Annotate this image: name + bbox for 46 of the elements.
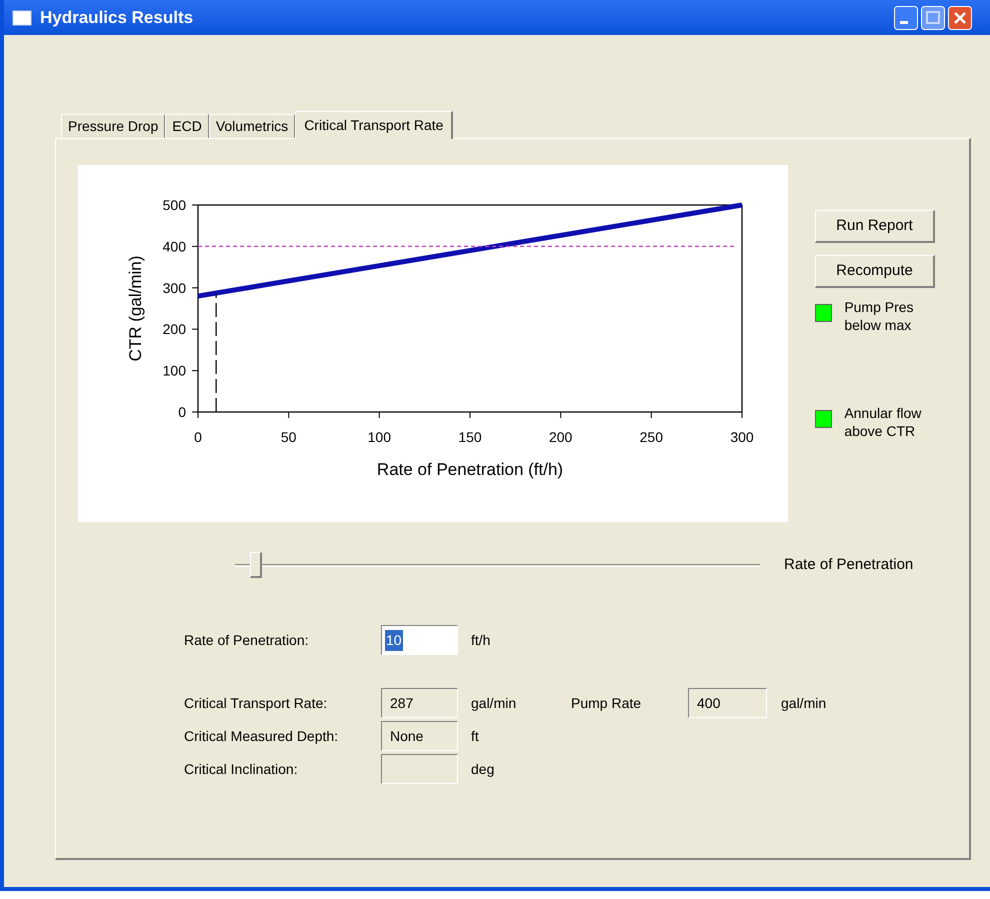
rop-input[interactable]: 10 <box>381 625 458 655</box>
x-tick-label: 0 <box>194 429 202 445</box>
x-tick-label: 200 <box>548 429 572 445</box>
y-tick-label: 500 <box>162 197 186 213</box>
y-axis-title: CTR (gal/min) <box>126 256 145 362</box>
field-label: Critical Transport Rate: <box>184 694 328 713</box>
x-tick-label: 250 <box>640 429 664 445</box>
run-report-button[interactable]: Run Report <box>815 210 935 243</box>
x-tick-label: 100 <box>368 429 392 445</box>
x-tick-label: 300 <box>730 429 754 445</box>
tab[interactable]: Pressure Drop <box>61 114 166 138</box>
slider-thumb[interactable] <box>250 552 262 578</box>
window-title: Hydraulics Results <box>40 6 194 29</box>
y-tick-label: 400 <box>162 238 186 254</box>
unit-label: gal/min <box>471 694 518 713</box>
y-tick-label: 300 <box>162 280 186 296</box>
close-icon[interactable] <box>948 6 972 30</box>
readonly-field[interactable] <box>381 754 458 784</box>
x-axis-title: Rate of Penetration (ft/h) <box>376 460 564 479</box>
field-label: Critical Inclination: <box>184 760 299 778</box>
x-tick-label: 150 <box>458 429 482 445</box>
minimize-icon[interactable] <box>894 6 918 30</box>
readonly-field[interactable]: 287 <box>381 688 458 718</box>
window-icon <box>12 10 32 26</box>
recompute-button[interactable]: Recompute <box>815 255 935 288</box>
unit-label: ft/h <box>471 630 490 650</box>
readonly-field[interactable]: 400 <box>688 688 767 718</box>
slider-label: Rate of Penetration <box>784 554 914 575</box>
field-label: Critical Measured Depth: <box>184 726 340 746</box>
unit-label: ft <box>471 726 480 746</box>
y-tick-label: 0 <box>178 404 186 420</box>
tab[interactable]: Volumetrics <box>208 114 296 138</box>
indicator-label: Annular flow above CTR <box>844 404 922 440</box>
readonly-field[interactable]: None <box>381 721 458 751</box>
indicator-label: Pump Pres below max <box>844 298 915 334</box>
field-label: Pump Rate <box>571 694 642 713</box>
tab[interactable]: ECD <box>165 114 209 138</box>
field-label: Rate of Penetration: <box>184 630 310 650</box>
slider-track[interactable] <box>235 552 760 578</box>
maximize-icon[interactable] <box>921 6 945 30</box>
y-tick-label: 200 <box>162 321 186 338</box>
y-tick-label: 100 <box>162 362 186 379</box>
unit-label: gal/min <box>781 694 826 713</box>
tab[interactable]: Critical Transport Rate <box>295 111 454 139</box>
x-tick-label: 50 <box>280 429 296 445</box>
unit-label: deg <box>471 760 496 779</box>
